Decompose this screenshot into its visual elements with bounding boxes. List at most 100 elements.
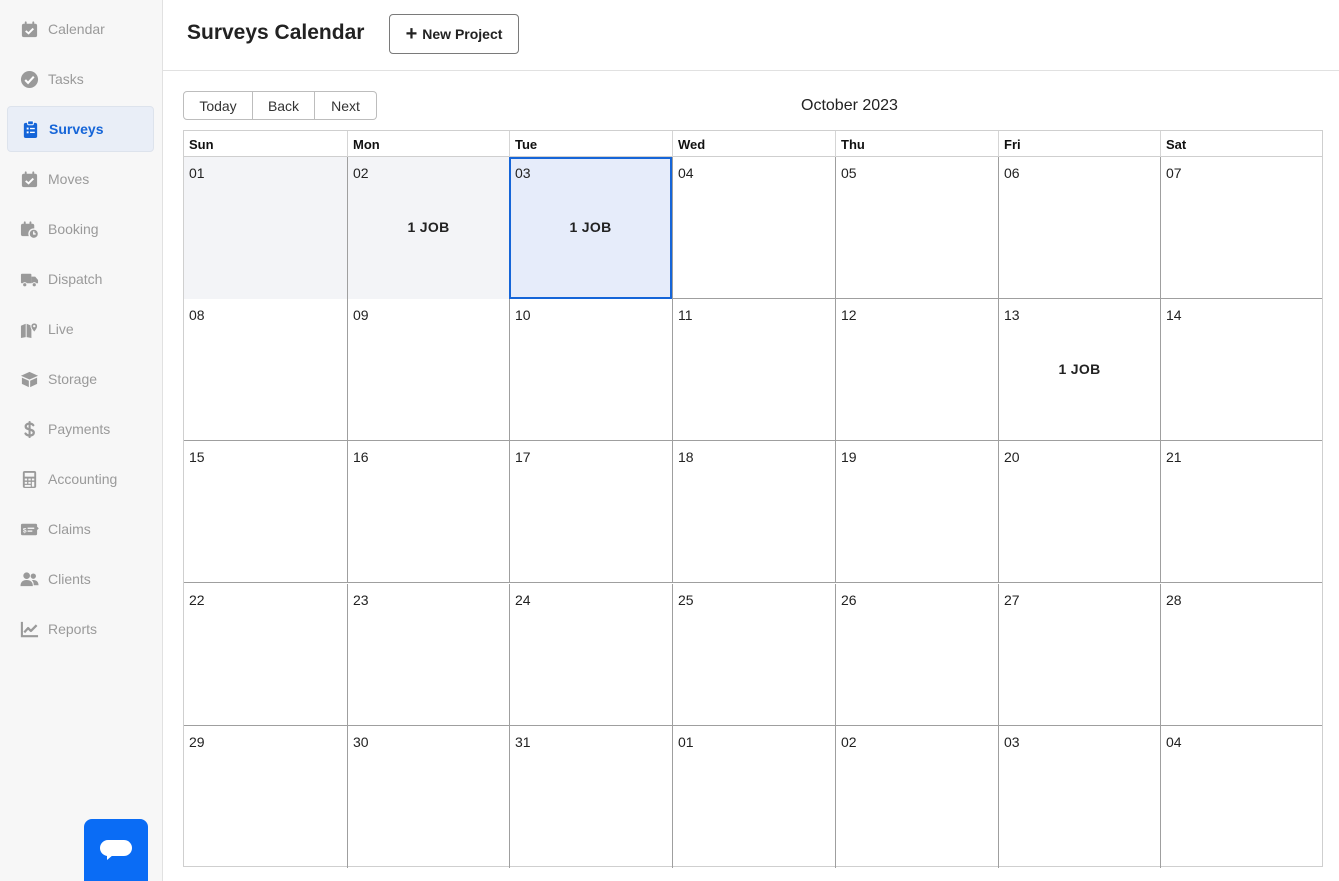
day-number: 14 [1166,307,1182,324]
day-cell[interactable]: 30 [347,725,509,868]
day-cell[interactable]: 23 [347,583,509,726]
chat-button[interactable] [84,819,148,881]
weekday-thu: Thu [835,131,998,157]
day-number: 01 [678,733,694,750]
day-cell[interactable]: 13 1 JOB [998,299,1160,442]
sidebar-item-payments[interactable]: Payments [7,406,154,452]
day-number: 02 [353,165,369,181]
sidebar-item-dispatch[interactable]: Dispatch [7,256,154,302]
day-cell[interactable]: 02 1 JOB [347,157,509,299]
day-cell[interactable]: 16 [347,441,509,584]
day-cell[interactable]: 10 [509,299,672,442]
day-cell[interactable]: 17 [509,441,672,584]
day-cell[interactable]: 11 [672,299,835,442]
sidebar-item-label: Storage [48,371,98,387]
day-number: 08 [189,307,205,324]
day-number: 30 [353,733,369,750]
day-number: 16 [353,449,369,466]
truck-icon [19,269,39,289]
sidebar-item-accounting[interactable]: Accounting [7,456,154,502]
day-number: 11 [678,307,693,324]
sidebar-item-label: Moves [48,171,90,187]
day-number: 19 [841,449,857,466]
day-cell[interactable]: 28 [1160,583,1323,726]
day-cell[interactable]: 19 [835,441,998,584]
sidebar-item-label: Surveys [49,121,104,137]
day-cell[interactable]: 24 [509,583,672,726]
chart-line-icon [19,619,39,639]
sidebar-item-clients[interactable]: Clients [7,556,154,602]
day-cell[interactable]: 06 [998,157,1160,299]
day-cell[interactable]: 01 [184,157,347,299]
new-project-button[interactable]: + New Project [389,14,519,54]
day-cell[interactable]: 04 [672,157,835,299]
month-label: October 2023 [801,97,898,114]
day-cell[interactable]: 31 [509,725,672,868]
svg-text:$: $ [22,527,26,534]
day-cell[interactable]: 09 [347,299,509,442]
sidebar-item-label: Payments [48,421,111,437]
sidebar-item-tasks[interactable]: Tasks [7,56,154,102]
day-cell[interactable]: 22 [184,584,347,726]
sidebar-item-label: Booking [48,221,99,237]
day-cell[interactable]: 20 [998,441,1160,584]
weekday-sat: Sat [1160,131,1323,157]
calendar-check-icon [19,19,39,39]
day-cell[interactable]: 03 [998,725,1160,868]
dollar-icon [19,419,39,439]
sidebar-item-reports[interactable]: Reports [7,606,154,652]
job-count[interactable]: 1 JOB [999,361,1160,377]
sidebar-item-label: Claims [48,521,91,537]
day-number: 25 [678,591,694,608]
day-cell[interactable]: 25 [672,583,835,726]
day-cell[interactable]: 26 [835,583,998,726]
day-number: 12 [841,307,857,324]
day-cell[interactable]: 29 [184,726,347,868]
users-icon [19,569,39,589]
sidebar-item-storage[interactable]: Storage [7,356,154,402]
day-number: 15 [189,449,205,466]
weekday-sun: Sun [189,137,214,152]
job-count[interactable]: 1 JOB [348,219,509,235]
weekday-mon: Mon [347,131,509,157]
day-number: 24 [515,591,531,608]
sidebar-item-calendar[interactable]: Calendar [7,6,154,52]
day-cell[interactable]: 18 [672,441,835,584]
sidebar-item-surveys[interactable]: Surveys [7,106,154,152]
month-calendar: Sun Mon Tue Wed Thu Fri Sat 01 02 1 JOB 03 1 JOB 04… [183,130,1323,868]
sidebar-item-claims[interactable]: $ Claims [7,506,154,552]
day-number: 28 [1166,591,1182,608]
job-count[interactable]: 1 JOB [511,219,670,235]
day-cell[interactable]: 12 [835,299,998,442]
day-cell-selected[interactable]: 03 1 JOB [509,157,672,299]
day-cell[interactable]: 21 [1160,441,1323,584]
calculator-icon [19,469,39,489]
day-cell[interactable]: 14 [1160,299,1323,442]
sidebar-item-booking[interactable]: Booking [7,206,154,252]
today-button[interactable]: Today [183,91,253,120]
day-cell[interactable]: 15 [184,441,347,583]
day-cell[interactable]: 27 [998,583,1160,726]
money-check-icon: $ [19,519,39,539]
day-number: 05 [841,165,857,181]
check-circle-icon [19,69,39,89]
day-cell[interactable]: 02 [835,725,998,868]
sidebar-item-moves[interactable]: Moves [7,156,154,202]
new-project-label: New Project [422,26,503,42]
day-number: 27 [1004,591,1020,608]
day-cell[interactable]: 07 [1160,157,1323,299]
sidebar-item-live[interactable]: Live [7,306,154,352]
sidebar-item-label: Accounting [48,471,118,487]
day-number: 21 [1166,449,1182,466]
day-number: 17 [515,449,531,466]
day-cell[interactable]: 01 [672,725,835,868]
back-button[interactable]: Back [253,91,315,120]
sidebar-item-label: Clients [48,571,91,587]
day-cell[interactable]: 05 [835,157,998,299]
day-cell[interactable]: 04 [1160,725,1323,868]
day-cell[interactable]: 08 [184,299,347,441]
day-number: 04 [1166,733,1182,750]
sidebar: Calendar Tasks Surveys Moves Booking Dispatch… [0,0,163,881]
weekday-fri: Fri [998,131,1160,157]
next-button[interactable]: Next [315,91,377,120]
